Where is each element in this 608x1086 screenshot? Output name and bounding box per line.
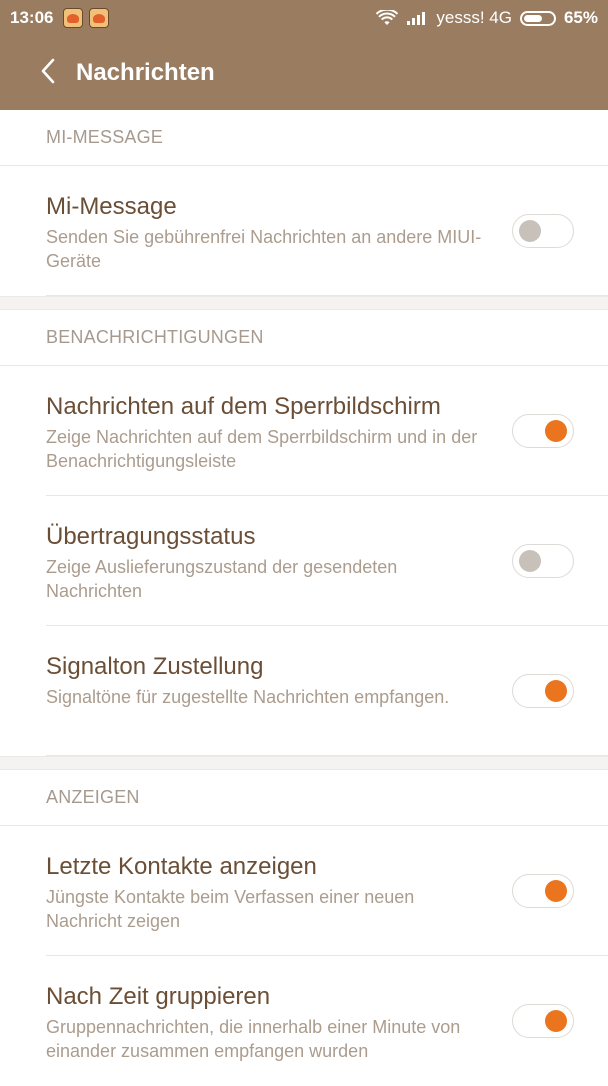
setting-description: Signaltöne für zugestellte Nachrichten e…: [46, 687, 450, 707]
setting-toggle[interactable]: [512, 543, 574, 578]
carrier-label: yesss! 4G: [436, 8, 512, 27]
toggle-knob: [545, 879, 567, 902]
setting-toggle[interactable]: [512, 673, 574, 708]
app-notification-icon: [63, 8, 84, 28]
toggle-knob: [545, 1010, 567, 1032]
chevron-left-icon: [40, 58, 56, 89]
setting-toggle[interactable]: [512, 1004, 574, 1038]
setting-description: Zeige Nachrichten auf dem Sperrbildschir…: [46, 427, 478, 471]
toggle-knob: [545, 679, 567, 702]
toggle-knob: [519, 219, 541, 242]
setting-row[interactable]: Nachrichten auf dem Sperrbildschirm Zeige…: [46, 366, 608, 496]
setting-row[interactable]: Signalton Zustellung Signaltöne für zuges…: [46, 626, 608, 756]
setting-row[interactable]: Nach Zeit gruppieren Gruppennachrichten, …: [46, 956, 608, 1086]
battery-percent: 65%: [563, 8, 598, 27]
settings-list: MI-MESSAGE Mi-Message Senden Sie gebührenf…: [0, 110, 608, 1086]
signal-icon: [406, 10, 428, 26]
setting-toggle[interactable]: [512, 413, 574, 448]
toggle-knob: [545, 419, 567, 442]
app-notification-icon: [89, 8, 110, 28]
toggle-knob: [519, 549, 541, 572]
battery-icon: [519, 10, 556, 26]
section-header: BENACHRICHTIGUNGEN: [0, 310, 608, 366]
setting-description: Zeige Auslieferungszustand der gesendete…: [46, 557, 398, 601]
section-header: ANZEIGEN: [0, 770, 608, 826]
setting-toggle[interactable]: [512, 873, 574, 908]
page-title: Nachrichten: [76, 59, 215, 86]
notification-icons: [63, 8, 110, 28]
toolbar: Nachrichten: [0, 36, 608, 110]
setting-row[interactable]: Letzte Kontakte anzeigen Jüngste Kontakte…: [46, 826, 608, 956]
wifi-icon: [376, 10, 399, 26]
setting-toggle[interactable]: [512, 213, 574, 248]
status-time: 13:06: [10, 8, 54, 27]
section-header: MI-MESSAGE: [0, 110, 608, 166]
section-divider: [0, 296, 608, 310]
setting-description: Jüngste Kontakte beim Verfassen einer ne…: [46, 887, 415, 931]
setting-description: Senden Sie gebührenfrei Nachrichten an a…: [46, 227, 482, 271]
setting-row[interactable]: Übertragungsstatus Zeige Auslieferungszus…: [46, 496, 608, 626]
setting-row[interactable]: Mi-Message Senden Sie gebührenfrei Nachri…: [46, 166, 608, 296]
setting-description: Gruppennachrichten, die innerhalb einer …: [46, 1017, 461, 1061]
back-button[interactable]: [28, 53, 68, 93]
status-bar: 13:06 yesss! 4G 65%: [0, 0, 608, 36]
battery-fill: [523, 14, 543, 22]
status-indicators: yesss! 4G 65%: [376, 8, 598, 28]
section-divider: [0, 756, 608, 770]
